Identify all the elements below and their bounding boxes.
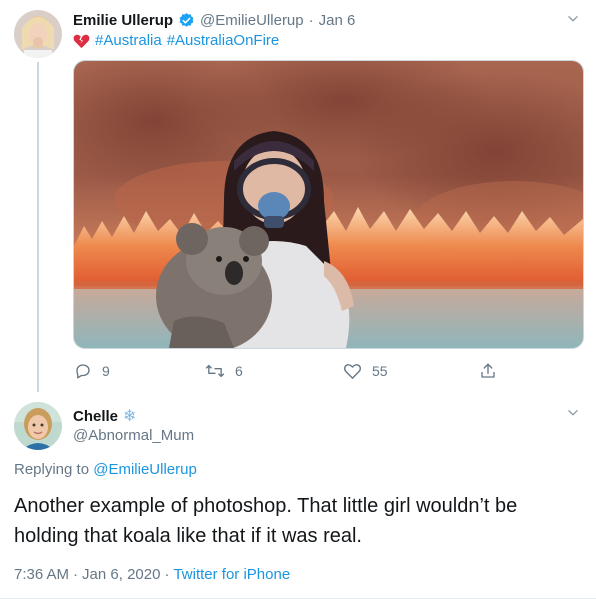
replying-to-handle[interactable]: @EmilieUllerup bbox=[93, 461, 197, 478]
broken-heart-emoji bbox=[73, 33, 90, 49]
retweet-action[interactable]: 6 bbox=[205, 362, 243, 380]
reply-tweet-text: Another example of photoshop. That littl… bbox=[14, 495, 518, 547]
separator-dot: · bbox=[308, 12, 314, 29]
reply-count: 9 bbox=[102, 363, 110, 379]
tweet-full-date[interactable]: Jan 6, 2020 bbox=[82, 566, 160, 583]
reply-author-name[interactable]: Chelle bbox=[73, 408, 118, 425]
verified-badge-icon bbox=[178, 12, 195, 29]
tweet-media-image[interactable] bbox=[73, 60, 584, 349]
retweet-icon bbox=[205, 362, 225, 380]
tweet-source[interactable]: Twitter for iPhone bbox=[173, 566, 290, 583]
metadata-separator: · bbox=[73, 566, 79, 583]
snowflake-icon: ❄ bbox=[123, 408, 137, 425]
replying-to-label: Replying to bbox=[14, 461, 90, 478]
chevron-down-icon[interactable] bbox=[566, 12, 580, 31]
retweet-count: 6 bbox=[235, 363, 243, 379]
heart-icon bbox=[343, 362, 362, 380]
hashtag-australia[interactable]: #Australia bbox=[95, 32, 162, 49]
replying-to-line: Replying to @EmilieUllerup bbox=[14, 461, 197, 478]
reply-author-handle[interactable]: @Abnormal_Mum bbox=[73, 427, 194, 444]
metadata-separator-2: · bbox=[164, 566, 170, 583]
share-icon bbox=[479, 362, 497, 380]
thread-connector-line bbox=[37, 62, 39, 392]
author-name[interactable]: Emilie Ullerup bbox=[73, 12, 173, 29]
share-action[interactable] bbox=[479, 362, 497, 380]
like-action[interactable]: 55 bbox=[343, 362, 388, 380]
like-count: 55 bbox=[372, 363, 388, 379]
tweet-date[interactable]: Jan 6 bbox=[319, 12, 356, 29]
hashtag-australia-on-fire[interactable]: #AustraliaOnFire bbox=[167, 32, 280, 49]
tweet-metadata: 7:36 AM · Jan 6, 2020 · Twitter for iPho… bbox=[14, 566, 290, 583]
avatar[interactable] bbox=[14, 10, 62, 58]
reply-chevron-down-icon[interactable] bbox=[566, 406, 580, 425]
tweet-time[interactable]: 7:36 AM bbox=[14, 566, 69, 583]
author-handle[interactable]: @EmilieUllerup bbox=[200, 12, 304, 29]
reply-action[interactable]: 9 bbox=[74, 362, 110, 380]
reply-author-avatar[interactable] bbox=[14, 402, 62, 450]
reply-icon bbox=[74, 362, 92, 380]
